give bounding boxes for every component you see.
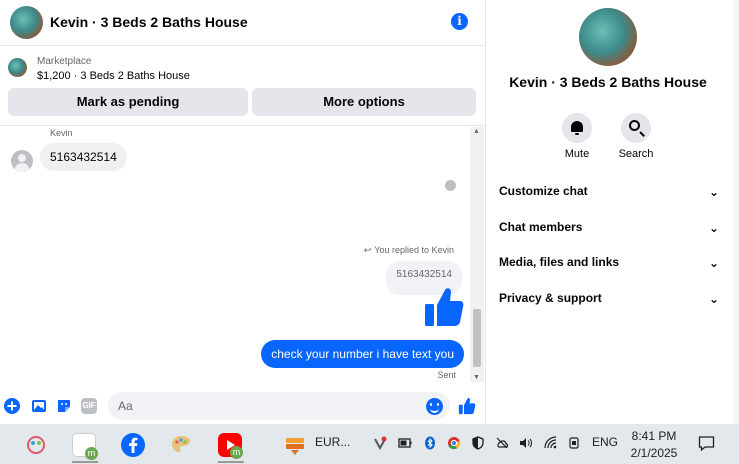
seen-avatar-icon — [445, 180, 456, 191]
reply-indicator: ↩ You replied to Kevin — [364, 245, 454, 256]
marketplace-listing-bar: Marketplace $1,200 · 3 Beds 2 Baths Hous… — [0, 48, 486, 126]
scroll-thumb[interactable] — [473, 309, 481, 367]
message-input-box[interactable] — [108, 392, 450, 420]
chevron-down-icon: ⌄ — [708, 256, 719, 270]
pen-device-icon[interactable] — [567, 436, 581, 450]
youtube-icon[interactable]: m — [218, 433, 243, 459]
active-app-indicator — [218, 461, 244, 463]
clock-time: 8:41 PM — [631, 429, 677, 443]
message-thread: Kevin 5163432514 ↩ You replied to Kevin 5… — [0, 127, 470, 382]
chat-header: Kevin · 3 Beds 2 Baths House i — [0, 0, 486, 46]
listing-item-title[interactable]: $1,200 · 3 Beds 2 Baths House — [37, 70, 190, 82]
mark-as-pending-button[interactable]: Mark as pending — [8, 88, 248, 116]
search-icon — [629, 120, 640, 131]
listing-thumbnail[interactable] — [8, 58, 27, 77]
photo-icon[interactable] — [31, 398, 47, 414]
currency-app-icon[interactable] — [283, 433, 307, 457]
sender-name: Kevin — [50, 128, 73, 138]
notifications-icon[interactable] — [698, 435, 715, 452]
thumbs-up-icon[interactable] — [423, 286, 465, 328]
emoji-icon[interactable] — [426, 398, 443, 415]
speaker-icon[interactable] — [519, 436, 533, 450]
section-privacy-support[interactable]: Privacy & support ⌄ — [499, 291, 719, 311]
conversation-info-panel: Kevin · 3 Beds 2 Baths House Mute Search… — [487, 0, 739, 424]
message-status: Sent — [437, 370, 456, 380]
scroll-down-arrow-icon[interactable]: ▼ — [473, 374, 480, 381]
search-button[interactable] — [621, 113, 651, 143]
panel-title: Kevin · 3 Beds 2 Baths House — [509, 74, 707, 90]
bell-icon — [571, 121, 583, 135]
wifi-icon[interactable] — [544, 436, 558, 450]
mute-label: Mute — [564, 148, 590, 160]
chevron-down-icon: ⌄ — [708, 292, 719, 306]
windows-taskbar: m m EUR... ENG 8:41 PM 2/1/2025 — [0, 424, 739, 464]
section-label: Media, files and links — [499, 255, 620, 269]
search-action[interactable]: Search — [614, 113, 658, 160]
messenger-window: Kevin · 3 Beds 2 Baths House i Marketpla… — [0, 0, 739, 424]
sender-avatar-icon — [11, 150, 33, 172]
section-chat-members[interactable]: Chat members ⌄ — [499, 220, 719, 240]
panel-avatar[interactable] — [579, 8, 637, 66]
profile-badge: m — [230, 446, 243, 459]
outgoing-message[interactable]: check your number i have text you — [261, 340, 464, 368]
language-indicator[interactable]: ENG — [592, 435, 618, 449]
section-label: Chat members — [499, 220, 583, 234]
chrome-icon[interactable] — [447, 436, 461, 450]
send-thumbs-up-icon[interactable] — [458, 397, 476, 415]
sticker-icon[interactable] — [56, 398, 72, 414]
plus-circle-icon[interactable] — [4, 398, 20, 414]
mute-button[interactable] — [562, 113, 592, 143]
profile-badge: m — [85, 447, 98, 460]
reply-arrow-icon: ↩ — [363, 245, 372, 255]
chevron-down-icon: ⌄ — [708, 185, 719, 199]
paint-app-icon[interactable] — [24, 433, 48, 457]
battery-icon[interactable] — [398, 436, 412, 450]
message-input[interactable] — [118, 392, 408, 420]
thread-scrollbar[interactable]: ▲ ▼ — [470, 127, 484, 382]
browser-profile-icon[interactable]: m — [72, 433, 98, 460]
chat-column: Kevin · 3 Beds 2 Baths House i Marketpla… — [0, 0, 486, 424]
more-options-button[interactable]: More options — [252, 88, 476, 116]
bluetooth-icon[interactable] — [423, 436, 437, 450]
facebook-icon[interactable] — [121, 433, 145, 457]
gif-icon[interactable]: GIF — [81, 398, 97, 414]
cloud-offline-icon[interactable] — [495, 436, 509, 450]
info-icon[interactable]: i — [451, 13, 468, 30]
reply-indicator-label: You replied to Kevin — [374, 245, 454, 255]
section-label: Privacy & support — [499, 291, 602, 305]
section-label: Customize chat — [499, 184, 588, 198]
search-label: Search — [618, 148, 654, 160]
vpn-icon[interactable] — [373, 436, 387, 450]
chevron-down-icon: ⌄ — [708, 221, 719, 235]
chat-title[interactable]: Kevin · 3 Beds 2 Baths House — [50, 14, 248, 30]
system-clock[interactable]: 8:41 PM 2/1/2025 — [623, 428, 685, 462]
section-media-files-links[interactable]: Media, files and links ⌄ — [499, 255, 719, 275]
currency-app-label[interactable]: EUR... — [315, 435, 350, 449]
section-customize-chat[interactable]: Customize chat ⌄ — [499, 184, 719, 204]
message-composer: GIF — [0, 388, 486, 424]
window-scrollbar[interactable] — [734, 0, 739, 424]
clock-date: 2/1/2025 — [630, 446, 678, 460]
scroll-up-arrow-icon[interactable]: ▲ — [473, 128, 480, 135]
listing-category: Marketplace — [37, 56, 92, 67]
incoming-message[interactable]: 5163432514 — [40, 143, 127, 171]
palette-icon[interactable] — [169, 433, 193, 457]
listing-avatar[interactable] — [10, 6, 43, 39]
mute-action[interactable]: Mute — [555, 113, 599, 160]
active-app-indicator — [72, 461, 98, 463]
shield-icon[interactable] — [471, 436, 485, 450]
